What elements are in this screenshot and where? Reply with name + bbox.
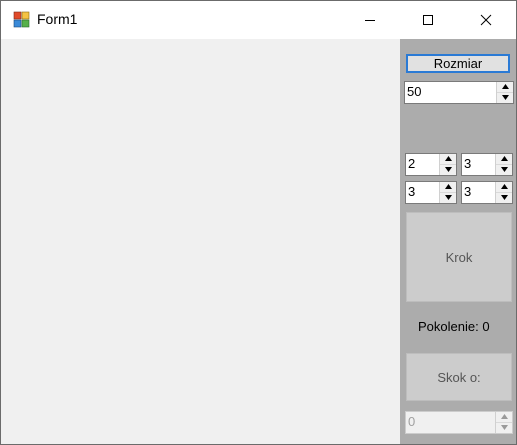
- spin-down-icon: [500, 425, 508, 431]
- minimize-button[interactable]: [347, 1, 393, 39]
- close-button[interactable]: [463, 1, 509, 39]
- spin-down-icon: [500, 167, 508, 173]
- spinner-arrows: [495, 182, 512, 203]
- spin-up-icon: [500, 414, 508, 420]
- rozmiar-button[interactable]: Rozmiar: [406, 54, 510, 73]
- jump-value: 0: [408, 414, 416, 429]
- client-area: Rozmiar 50 2 3 3 3 Krok Pokolenie: 0 Sko…: [1, 39, 516, 444]
- spin-up-button[interactable]: [497, 82, 513, 93]
- rule-spinner-2[interactable]: 3: [461, 153, 513, 176]
- spin-up-icon: [444, 184, 452, 190]
- rule-value-1: 2: [408, 156, 416, 171]
- jump-spinner[interactable]: 0: [405, 411, 513, 434]
- spinner-arrows: [439, 154, 456, 175]
- rule-value-2: 3: [464, 156, 472, 171]
- spin-down-icon: [444, 195, 452, 201]
- spin-up-button[interactable]: [496, 182, 512, 193]
- close-icon: [480, 14, 492, 26]
- rule-value-4: 3: [464, 184, 472, 199]
- spinner-arrows: [495, 412, 512, 433]
- spin-up-icon: [500, 184, 508, 190]
- spin-down-button[interactable]: [440, 193, 456, 204]
- jump-button[interactable]: Skok o:: [406, 353, 512, 401]
- minimize-icon: [365, 20, 375, 21]
- spin-down-button[interactable]: [440, 165, 456, 176]
- board-canvas[interactable]: [1, 39, 400, 444]
- size-value: 50: [407, 84, 422, 99]
- generation-label: Pokolenie: 0: [418, 319, 490, 334]
- spin-up-icon: [501, 84, 509, 90]
- app-icon: [13, 11, 30, 28]
- spin-up-icon: [444, 156, 452, 162]
- size-spinner[interactable]: 50: [404, 81, 514, 104]
- spin-up-button[interactable]: [440, 154, 456, 165]
- spin-down-button[interactable]: [497, 93, 513, 104]
- title-bar[interactable]: Form1: [1, 1, 516, 39]
- spin-down-icon: [501, 95, 509, 101]
- spin-up-button[interactable]: [496, 154, 512, 165]
- rule-value-3: 3: [408, 184, 416, 199]
- spin-down-icon: [500, 195, 508, 201]
- main-window: Form1 Rozmiar 50 2 3 3 3 Krok Pokolenie:…: [0, 0, 517, 445]
- maximize-button[interactable]: [405, 1, 451, 39]
- maximize-icon: [423, 15, 433, 25]
- rule-spinner-1[interactable]: 2: [405, 153, 457, 176]
- spinner-arrows: [495, 154, 512, 175]
- spin-down-button[interactable]: [496, 193, 512, 204]
- spin-up-icon: [500, 156, 508, 162]
- spinner-arrows: [439, 182, 456, 203]
- control-panel: Rozmiar 50 2 3 3 3 Krok Pokolenie: 0 Sko…: [400, 39, 516, 444]
- spinner-arrows: [496, 82, 513, 103]
- spin-down-button[interactable]: [496, 423, 512, 434]
- rule-spinner-4[interactable]: 3: [461, 181, 513, 204]
- spin-down-button[interactable]: [496, 165, 512, 176]
- rule-spinner-3[interactable]: 3: [405, 181, 457, 204]
- step-button[interactable]: Krok: [406, 212, 512, 302]
- window-title: Form1: [37, 11, 78, 27]
- spin-down-icon: [444, 167, 452, 173]
- spin-up-button[interactable]: [440, 182, 456, 193]
- spin-up-button[interactable]: [496, 412, 512, 423]
